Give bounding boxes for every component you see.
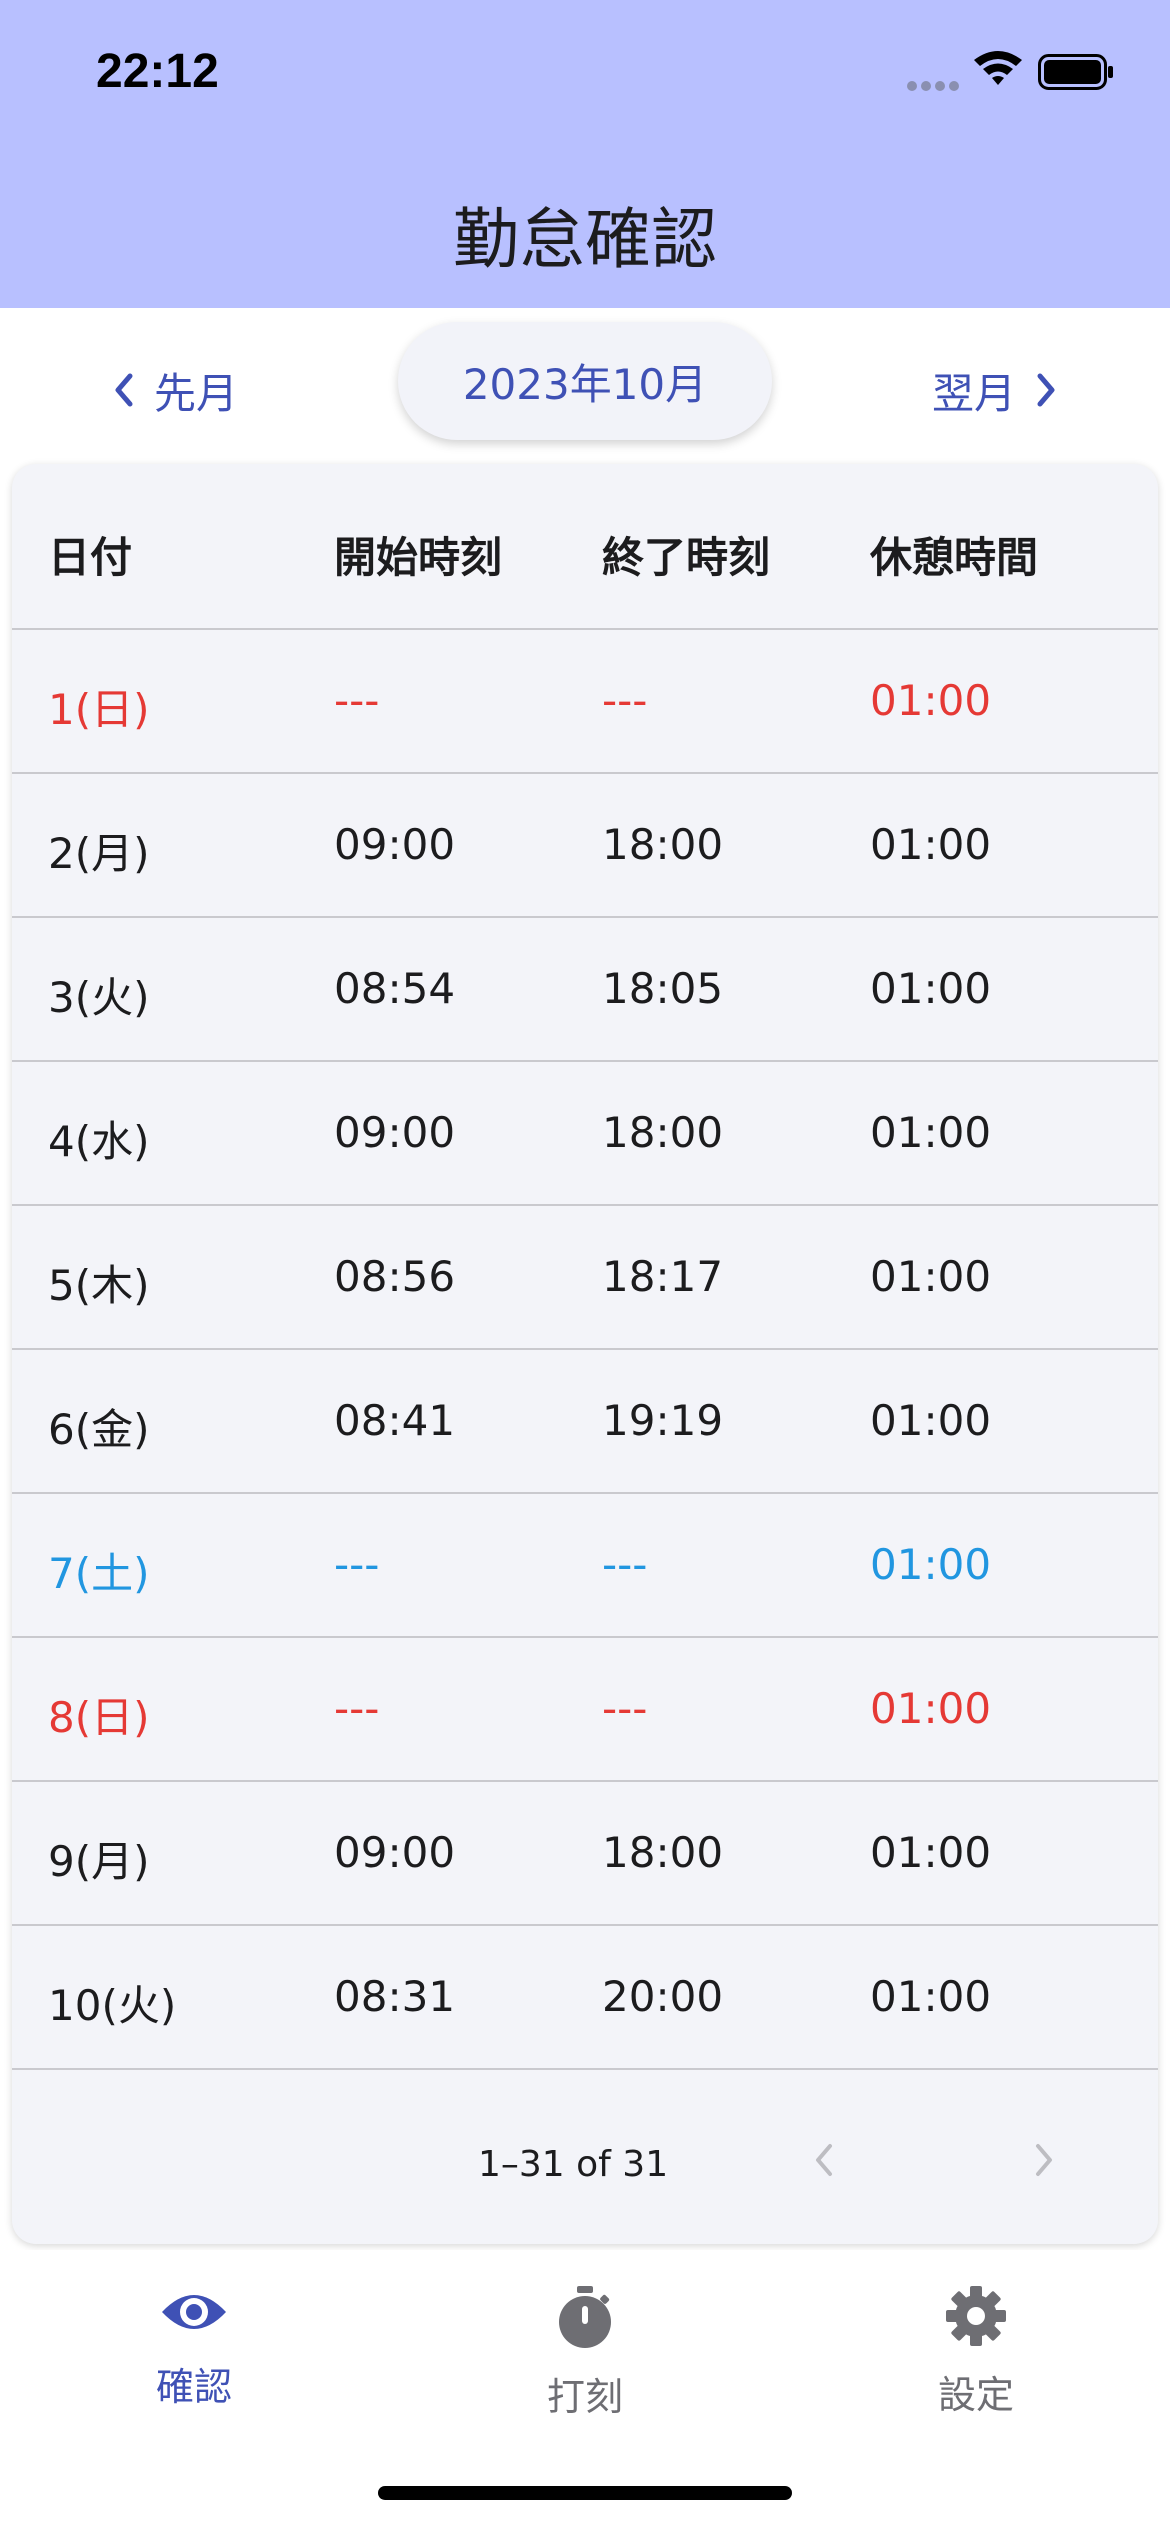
table-row[interactable]: 2(月) 09:00 18:00 01:00 (12, 774, 1158, 918)
current-month-label: 2023年10月 (462, 359, 708, 409)
cell-break: 01:00 (870, 1252, 992, 1301)
table-row[interactable]: 10(火) 08:31 20:00 01:00 (12, 1926, 1158, 2070)
table-row[interactable]: 8(日) --- --- 01:00 (12, 1638, 1158, 1782)
cell-start: 08:31 (334, 1972, 456, 2021)
cell-date: 3(火) (48, 973, 150, 1022)
previous-month-button[interactable]: 先月 (112, 350, 238, 430)
tab-clock-in-label: 打刻 (546, 2375, 623, 2419)
cell-break: 01:00 (870, 964, 992, 1013)
table-row[interactable]: 5(木) 08:56 18:17 01:00 (12, 1206, 1158, 1350)
cell-start: 08:56 (334, 1252, 456, 1301)
cell-date: 8(日) (48, 1693, 150, 1742)
next-month-button[interactable]: 翌月 (932, 350, 1058, 430)
cell-date: 7(土) (48, 1549, 150, 1598)
table-row[interactable]: 6(金) 08:41 19:19 01:00 (12, 1350, 1158, 1494)
cell-break: 01:00 (870, 1972, 992, 2021)
cell-start: --- (334, 676, 380, 725)
header-break-time: 休憩時間 (870, 533, 1039, 582)
attendance-table-card: 日付 開始時刻 終了時刻 休憩時間 1(日) --- --- 01:00 2(月… (12, 464, 1158, 2244)
battery-icon (1038, 54, 1113, 90)
pagination-range: 1–31 of 31 (478, 2144, 669, 2185)
previous-month-label: 先月 (154, 368, 239, 418)
tab-confirm-label: 確認 (155, 2365, 232, 2409)
cell-start: 09:00 (334, 820, 456, 869)
cell-end: 19:19 (602, 1396, 724, 1445)
cell-start: --- (334, 1540, 380, 1589)
cell-break: 01:00 (870, 820, 992, 869)
cell-start: 08:41 (334, 1396, 456, 1445)
cell-end: --- (602, 1684, 648, 1733)
header-end-time: 終了時刻 (602, 533, 771, 582)
cell-break: 01:00 (870, 1540, 992, 1589)
cell-end: 18:00 (602, 1828, 724, 1877)
cell-date: 10(火) (48, 1981, 177, 2030)
next-month-label: 翌月 (931, 368, 1016, 418)
table-row[interactable]: 7(土) --- --- 01:00 (12, 1494, 1158, 1638)
table-row[interactable]: 3(火) 08:54 18:05 01:00 (12, 918, 1158, 1062)
cell-end: --- (602, 1540, 648, 1589)
table-row[interactable]: 1(日) --- --- 01:00 (12, 630, 1158, 774)
tab-settings[interactable]: 設定 (876, 2284, 1076, 2444)
eye-icon (162, 2295, 226, 2329)
cell-break: 01:00 (870, 1684, 992, 1733)
cell-start: 09:00 (334, 1108, 456, 1157)
cell-break: 01:00 (870, 1828, 992, 1877)
cellular-signal-icon (907, 81, 959, 91)
cell-end: 18:00 (602, 820, 724, 869)
cell-break: 01:00 (870, 1108, 992, 1157)
current-month-button[interactable]: 2023年10月 (398, 322, 772, 440)
month-navigation: 先月 2023年10月 翌月 (0, 308, 1170, 458)
tab-clock-in[interactable]: 打刻 (485, 2284, 685, 2444)
cell-break: 01:00 (870, 1396, 992, 1445)
table-pagination: 1–31 of 31 (12, 2084, 1158, 2244)
gear-icon (946, 2286, 1006, 2346)
home-indicator (378, 2486, 792, 2500)
cell-date: 5(木) (48, 1261, 150, 1310)
cell-end: 18:05 (602, 964, 724, 1013)
cell-date: 9(月) (48, 1837, 150, 1886)
app-header: 22:12 勤怠確認 (0, 0, 1170, 308)
cell-date: 2(月) (48, 829, 150, 878)
cell-date: 6(金) (48, 1405, 150, 1454)
header-date: 日付 (48, 533, 133, 582)
table-header: 日付 開始時刻 終了時刻 休憩時間 (12, 464, 1158, 630)
cell-end: 18:17 (602, 1252, 724, 1301)
tab-confirm[interactable]: 確認 (94, 2284, 294, 2444)
cell-start: --- (334, 1684, 380, 1733)
cell-end: --- (602, 676, 648, 725)
wifi-icon (974, 51, 1022, 85)
previous-page-button[interactable] (810, 2140, 840, 2180)
cell-date: 4(水) (48, 1117, 150, 1166)
cell-break: 01:00 (870, 676, 992, 725)
cell-end: 20:00 (602, 1972, 724, 2021)
cell-start: 08:54 (334, 964, 456, 1013)
stopwatch-icon (559, 2286, 611, 2348)
header-start-time: 開始時刻 (334, 533, 503, 582)
chevron-left-icon (115, 373, 133, 407)
cell-date: 1(日) (48, 685, 150, 734)
next-page-button[interactable] (1028, 2140, 1058, 2180)
tab-settings-label: 設定 (937, 2373, 1014, 2417)
cell-end: 18:00 (602, 1108, 724, 1157)
status-time: 22:12 (96, 45, 219, 98)
page-title: 勤怠確認 (453, 201, 717, 278)
table-row[interactable]: 4(水) 09:00 18:00 01:00 (12, 1062, 1158, 1206)
table-row[interactable]: 9(月) 09:00 18:00 01:00 (12, 1782, 1158, 1926)
chevron-right-icon (1037, 373, 1055, 407)
cell-start: 09:00 (334, 1828, 456, 1877)
